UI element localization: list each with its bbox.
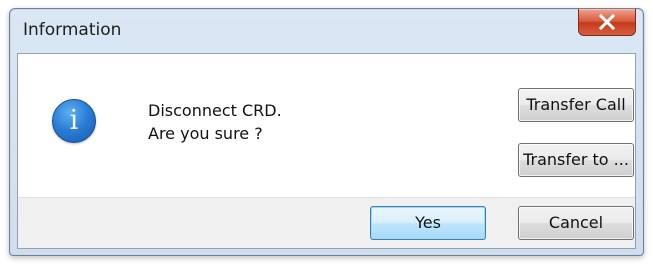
dialog-button-bar: Yes Cancel bbox=[18, 197, 635, 248]
message-line-1: Disconnect CRD. bbox=[148, 101, 282, 120]
title-bar[interactable]: Information bbox=[10, 9, 643, 53]
transfer-call-button[interactable]: Transfer Call bbox=[518, 88, 634, 122]
information-dialog: Information i Disconnect CRD. Are you su… bbox=[9, 8, 644, 256]
cancel-button[interactable]: Cancel bbox=[518, 206, 634, 240]
window-title: Information bbox=[23, 20, 122, 40]
dialog-message: Disconnect CRD. Are you sure ? bbox=[148, 99, 282, 145]
information-icon: i bbox=[52, 99, 96, 143]
close-button[interactable] bbox=[578, 9, 636, 36]
dialog-client-area: i Disconnect CRD. Are you sure ? Transfe… bbox=[17, 53, 636, 249]
transfer-to-button[interactable]: Transfer to ... bbox=[518, 143, 634, 177]
close-x-icon bbox=[598, 14, 616, 30]
info-glyph: i bbox=[69, 105, 79, 136]
yes-button[interactable]: Yes bbox=[370, 206, 486, 240]
message-line-2: Are you sure ? bbox=[148, 124, 263, 143]
dialog-content: i Disconnect CRD. Are you sure ? Transfe… bbox=[18, 54, 635, 197]
